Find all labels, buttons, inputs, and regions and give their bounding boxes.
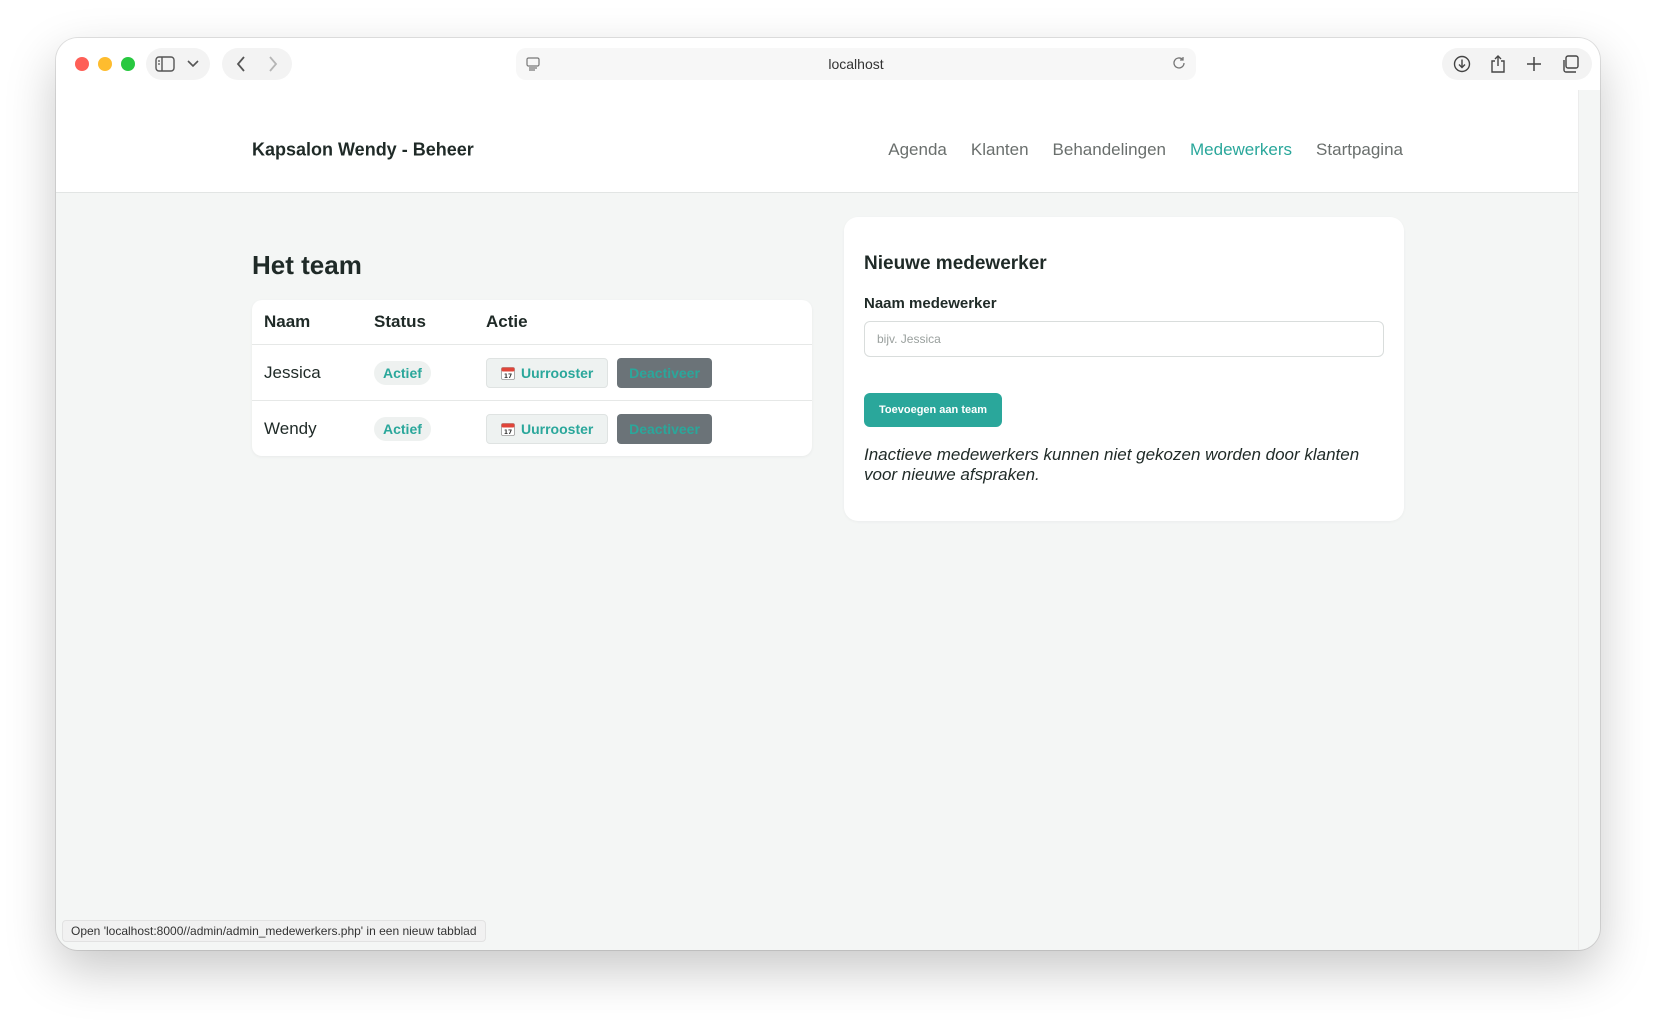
back-icon[interactable] <box>228 48 254 80</box>
column-header-naam: Naam <box>252 300 362 345</box>
table-row: Wendy Actief 17 Uurrooster Deactiveer <box>252 401 812 457</box>
scrollbar[interactable] <box>1578 90 1600 950</box>
action-cell: 17 Uurrooster Deactiveer <box>474 401 812 457</box>
svg-text:17: 17 <box>504 373 512 380</box>
brand-title: Kapsalon Wendy - Beheer <box>252 139 474 160</box>
history-controls <box>222 48 292 80</box>
new-employee-card: Nieuwe medewerker Naam medewerker Toevoe… <box>844 217 1404 521</box>
employee-name-input[interactable] <box>864 321 1384 357</box>
share-icon[interactable] <box>1480 48 1516 80</box>
team-table: Naam Status Actie Jessica Actief 17 Uurr… <box>252 300 812 456</box>
table-header-row: Naam Status Actie <box>252 300 812 345</box>
url-text: localhost <box>828 56 884 72</box>
schedule-button[interactable]: 17 Uurrooster <box>486 357 609 388</box>
deactivate-button[interactable]: Deactiveer <box>617 413 712 444</box>
status-badge: Actief <box>374 360 431 385</box>
browser-actions <box>1442 48 1592 80</box>
form-title: Nieuwe medewerker <box>864 253 1047 274</box>
calendar-icon: 17 <box>501 366 515 380</box>
maximize-window-button[interactable] <box>121 57 135 71</box>
inactive-note: Inactieve medewerkers kunnen niet gekoze… <box>864 445 1360 484</box>
link-status-bar: Open 'localhost:8000//admin/admin_medewe… <box>62 920 486 942</box>
top-navigation: Kapsalon Wendy - Beheer Agenda Klanten B… <box>56 90 1579 193</box>
chevron-down-icon[interactable] <box>182 48 204 80</box>
new-tab-icon[interactable] <box>1516 48 1552 80</box>
close-window-button[interactable] <box>75 57 89 71</box>
column-header-actie: Actie <box>474 300 812 345</box>
nav-links: Agenda Klanten Behandelingen Medewerkers… <box>888 140 1403 160</box>
add-to-team-button[interactable]: Toevoegen aan team <box>864 393 1002 427</box>
sidebar-toggle-icon[interactable] <box>152 48 178 80</box>
download-icon[interactable] <box>1444 48 1480 80</box>
status-badge: Actief <box>374 416 431 441</box>
schedule-button-label: Uurrooster <box>521 420 594 437</box>
browser-window: localhost Kapsalon Wendy - Beheer Agenda… <box>56 38 1600 950</box>
svg-text:17: 17 <box>504 429 512 436</box>
table-row: Jessica Actief 17 Uurrooster Deactiveer <box>252 344 812 401</box>
nav-link-medewerkers[interactable]: Medewerkers <box>1190 140 1292 160</box>
page-settings-icon[interactable] <box>526 57 540 74</box>
team-title: Het team <box>252 250 362 280</box>
schedule-button-label: Uurrooster <box>521 364 594 381</box>
page-content: Kapsalon Wendy - Beheer Agenda Klanten B… <box>56 90 1579 950</box>
nav-link-startpagina[interactable]: Startpagina <box>1316 140 1403 160</box>
status-cell: Actief <box>362 401 474 457</box>
nav-link-klanten[interactable]: Klanten <box>971 140 1029 160</box>
deactivate-button[interactable]: Deactiveer <box>617 357 712 388</box>
forward-icon[interactable] <box>260 48 286 80</box>
reload-icon[interactable] <box>1172 56 1186 73</box>
status-cell: Actief <box>362 344 474 401</box>
column-header-status: Status <box>362 300 474 345</box>
nav-link-agenda[interactable]: Agenda <box>888 140 947 160</box>
minimize-window-button[interactable] <box>98 57 112 71</box>
employee-name-label: Naam medewerker <box>864 295 997 312</box>
employee-name: Jessica <box>252 344 362 401</box>
schedule-button[interactable]: 17 Uurrooster <box>486 413 609 444</box>
tab-overview-icon[interactable] <box>1552 48 1588 80</box>
address-bar[interactable]: localhost <box>516 48 1196 80</box>
employee-name: Wendy <box>264 418 317 438</box>
sidebar-controls <box>146 48 210 80</box>
action-cell: 17 Uurrooster Deactiveer <box>474 344 812 401</box>
calendar-icon: 17 <box>501 422 515 436</box>
nav-link-behandelingen[interactable]: Behandelingen <box>1053 140 1166 160</box>
team-table-card: Naam Status Actie Jessica Actief 17 Uurr… <box>252 300 812 456</box>
browser-toolbar: localhost <box>56 38 1600 90</box>
